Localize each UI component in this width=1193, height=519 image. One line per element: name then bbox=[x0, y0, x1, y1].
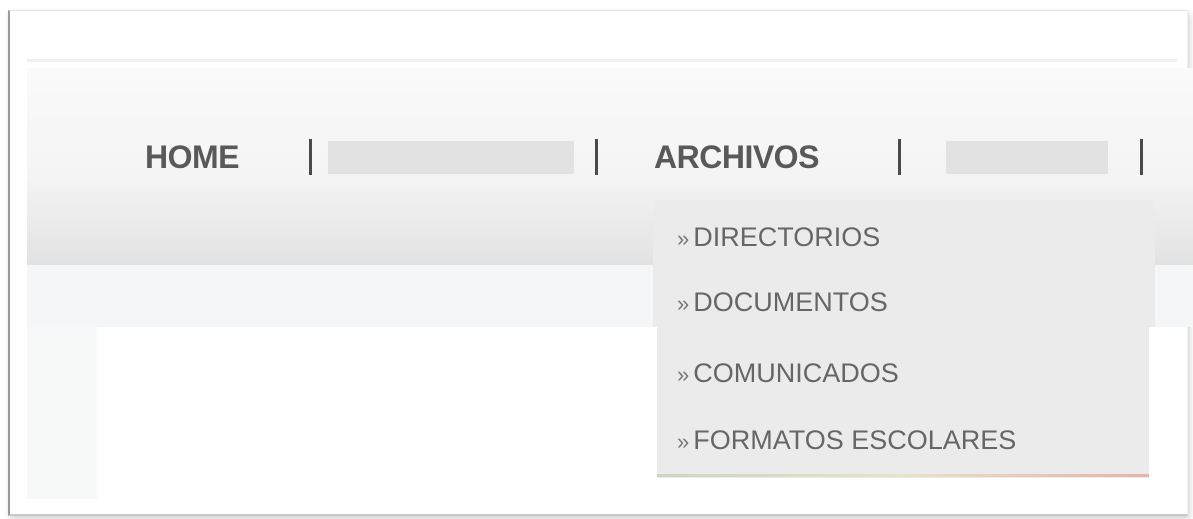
dropdown-item-documentos[interactable]: » DOCUMENTOS bbox=[677, 285, 888, 321]
raquo-bullet-icon: » bbox=[677, 429, 690, 454]
content-sidebar bbox=[27, 327, 97, 499]
dropdown-item-label: DIRECTORIOS bbox=[693, 222, 881, 252]
nav-separator bbox=[898, 139, 901, 175]
nav-separator bbox=[309, 139, 312, 175]
raquo-bullet-icon: » bbox=[677, 226, 690, 251]
dropdown-item-label: FORMATOS ESCOLARES bbox=[693, 425, 1017, 455]
nav-separator bbox=[1140, 139, 1143, 175]
nav-home-link[interactable]: HOME bbox=[145, 136, 240, 178]
nav-separator bbox=[595, 139, 598, 175]
dropdown-item-formatos-escolares[interactable]: » FORMATOS ESCOLARES bbox=[677, 423, 1016, 459]
nav-archivos-link[interactable]: ARCHIVOS bbox=[654, 136, 819, 178]
dropdown-item-comunicados[interactable]: » COMUNICADOS bbox=[677, 356, 899, 392]
dropdown-item-label: COMUNICADOS bbox=[693, 358, 899, 388]
dropdown-item-label: DOCUMENTOS bbox=[693, 287, 888, 317]
nav-item-redacted[interactable] bbox=[946, 141, 1108, 174]
nav-item-redacted[interactable] bbox=[328, 141, 574, 174]
header-divider bbox=[27, 59, 1177, 62]
raquo-bullet-icon: » bbox=[677, 362, 690, 387]
raquo-bullet-icon: » bbox=[677, 291, 690, 316]
dropdown-item-directorios[interactable]: » DIRECTORIOS bbox=[677, 220, 880, 256]
dropdown-bottom-strip bbox=[657, 474, 1149, 477]
